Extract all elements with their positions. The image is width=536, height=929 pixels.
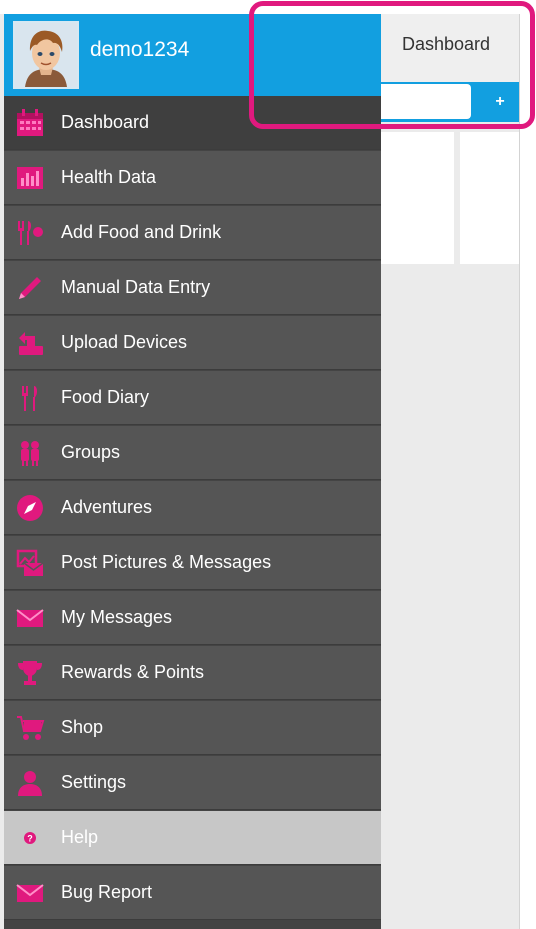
menu-label: Add Food and Drink (61, 222, 222, 242)
menu-label: Help (61, 827, 99, 847)
dashboard-card[interactable] (460, 132, 520, 264)
menu-label: Upload Devices (61, 332, 188, 352)
menu-label: Food Diary (61, 387, 150, 407)
pencil-icon (14, 272, 46, 304)
menu-item-groups[interactable]: Groups (4, 426, 381, 480)
side-menu: demo1234 Dashboard Health Data Add Food … (4, 14, 381, 929)
picture-icon (14, 547, 46, 579)
cutlery-icon (14, 382, 46, 414)
search-input[interactable] (376, 84, 471, 119)
menu-item-help[interactable]: ? Help (4, 811, 381, 865)
people-icon (14, 437, 46, 469)
menu-label: Health Data (61, 167, 157, 187)
menu-item-health-data[interactable]: Health Data (4, 151, 381, 205)
avatar[interactable] (13, 21, 79, 89)
question-icon: ? (14, 822, 46, 854)
menu-item-add-food-and-drink[interactable]: Add Food and Drink (4, 206, 381, 260)
fork-knife-icon (14, 217, 46, 249)
menu-label: Manual Data Entry (61, 277, 211, 297)
menu-label: Rewards & Points (61, 662, 205, 682)
person-icon (14, 767, 46, 799)
menu-item-upload-devices[interactable]: Upload Devices (4, 316, 381, 370)
menu-label: Bug Report (61, 882, 153, 902)
menu-item-settings[interactable]: Settings (4, 756, 381, 810)
compass-icon (14, 492, 46, 524)
trophy-icon (14, 657, 46, 689)
svg-text:?: ? (27, 834, 33, 844)
cart-icon (14, 712, 46, 744)
menu-item-post-pictures-messages[interactable]: Post Pictures & Messages (4, 536, 381, 590)
upload-device-icon (14, 327, 46, 359)
menu-item-rewards-points[interactable]: Rewards & Points (4, 646, 381, 700)
menu-item-food-diary[interactable]: Food Diary (4, 371, 381, 425)
menu-item-my-messages[interactable]: My Messages (4, 591, 381, 645)
profile-header[interactable]: demo1234 (4, 14, 381, 96)
calendar-icon (14, 107, 46, 139)
menu-label: Shop (61, 717, 104, 737)
add-button[interactable]: + (480, 84, 520, 119)
menu-item-adventures[interactable]: Adventures (4, 481, 381, 535)
menu-item-dashboard[interactable]: Dashboard (4, 96, 381, 150)
username[interactable]: demo1234 (90, 38, 189, 62)
envelope-icon (14, 877, 46, 909)
menu-label: My Messages (61, 607, 173, 627)
menu-item-manual-data-entry[interactable]: Manual Data Entry (4, 261, 381, 315)
dashboard-card[interactable] (376, 132, 454, 264)
avatar-icon (15, 23, 77, 87)
menu-label: Groups (61, 442, 121, 462)
menu-label: Adventures (61, 497, 153, 517)
chart-icon (14, 162, 46, 194)
divider (519, 14, 520, 929)
menu-item-bug-report[interactable]: Bug Report (4, 866, 381, 920)
menu-label: Dashboard (61, 112, 150, 132)
envelope-icon (14, 602, 46, 634)
menu-label: Settings (61, 772, 127, 792)
menu-label: Post Pictures & Messages (61, 552, 272, 572)
menu-item-shop[interactable]: Shop (4, 701, 381, 755)
page-title: Dashboard (402, 34, 491, 54)
